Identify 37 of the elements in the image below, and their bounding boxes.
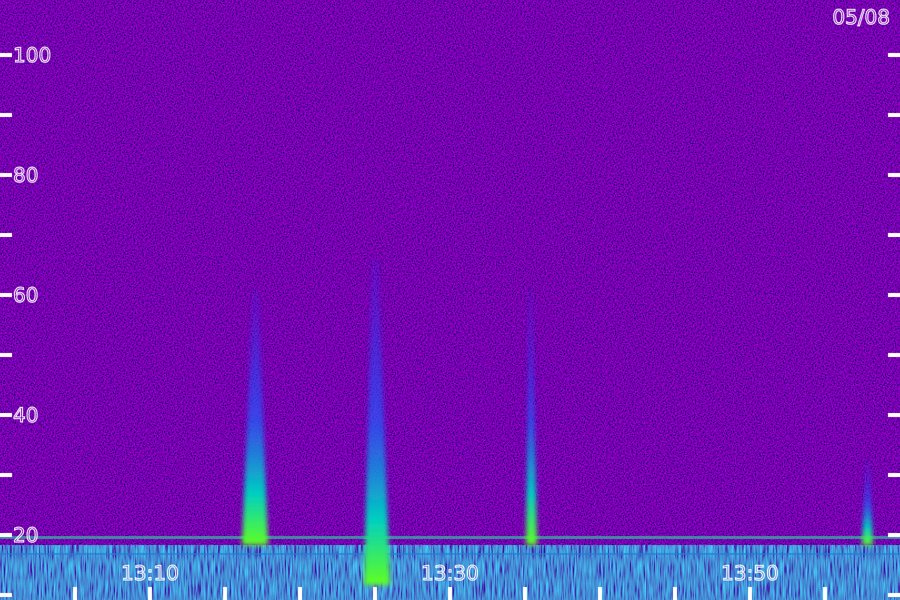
tick-mark xyxy=(448,587,452,600)
tick-mark xyxy=(0,113,12,117)
tick-mark xyxy=(888,173,900,177)
tick-mark xyxy=(823,587,827,600)
tick-mark xyxy=(0,473,12,477)
tick-mark xyxy=(373,587,377,600)
tick-mark xyxy=(298,587,302,600)
tick-mark xyxy=(0,293,12,297)
tick-mark xyxy=(0,173,12,177)
tick-mark xyxy=(523,587,527,600)
date-label: 05/08 xyxy=(832,5,890,29)
tick-mark xyxy=(888,233,900,237)
tick-mark xyxy=(748,587,752,600)
tick-mark xyxy=(0,53,12,57)
tick-mark xyxy=(0,353,12,357)
tick-mark xyxy=(888,53,900,57)
tick-mark xyxy=(888,413,900,417)
tick-mark xyxy=(888,593,900,597)
axis-label: 80 xyxy=(13,163,38,187)
axis-label: 40 xyxy=(13,403,38,427)
tick-mark xyxy=(673,587,677,600)
tick-mark xyxy=(888,473,900,477)
tick-mark xyxy=(598,587,602,600)
axis-label: 100 xyxy=(13,43,52,67)
tick-mark xyxy=(0,593,12,597)
axis-label: 20 xyxy=(13,523,38,547)
tick-mark xyxy=(0,413,12,417)
tick-mark xyxy=(223,587,227,600)
tick-mark xyxy=(73,587,77,600)
tick-mark xyxy=(888,533,900,537)
axis-label: 60 xyxy=(13,283,38,307)
tick-mark xyxy=(0,233,12,237)
tick-mark xyxy=(888,113,900,117)
tick-mark xyxy=(888,353,900,357)
tick-mark xyxy=(888,293,900,297)
tick-mark xyxy=(0,533,12,537)
tick-mark xyxy=(148,587,152,600)
